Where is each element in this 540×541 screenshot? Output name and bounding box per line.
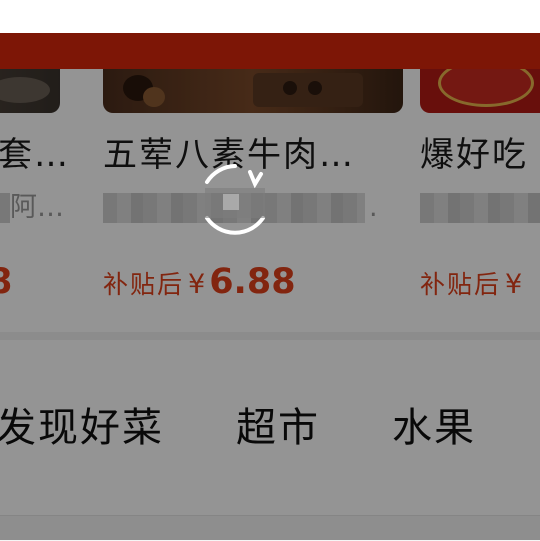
status-area <box>0 0 540 33</box>
loading-spinner-icon <box>205 164 265 235</box>
loading-overlay <box>0 33 540 540</box>
